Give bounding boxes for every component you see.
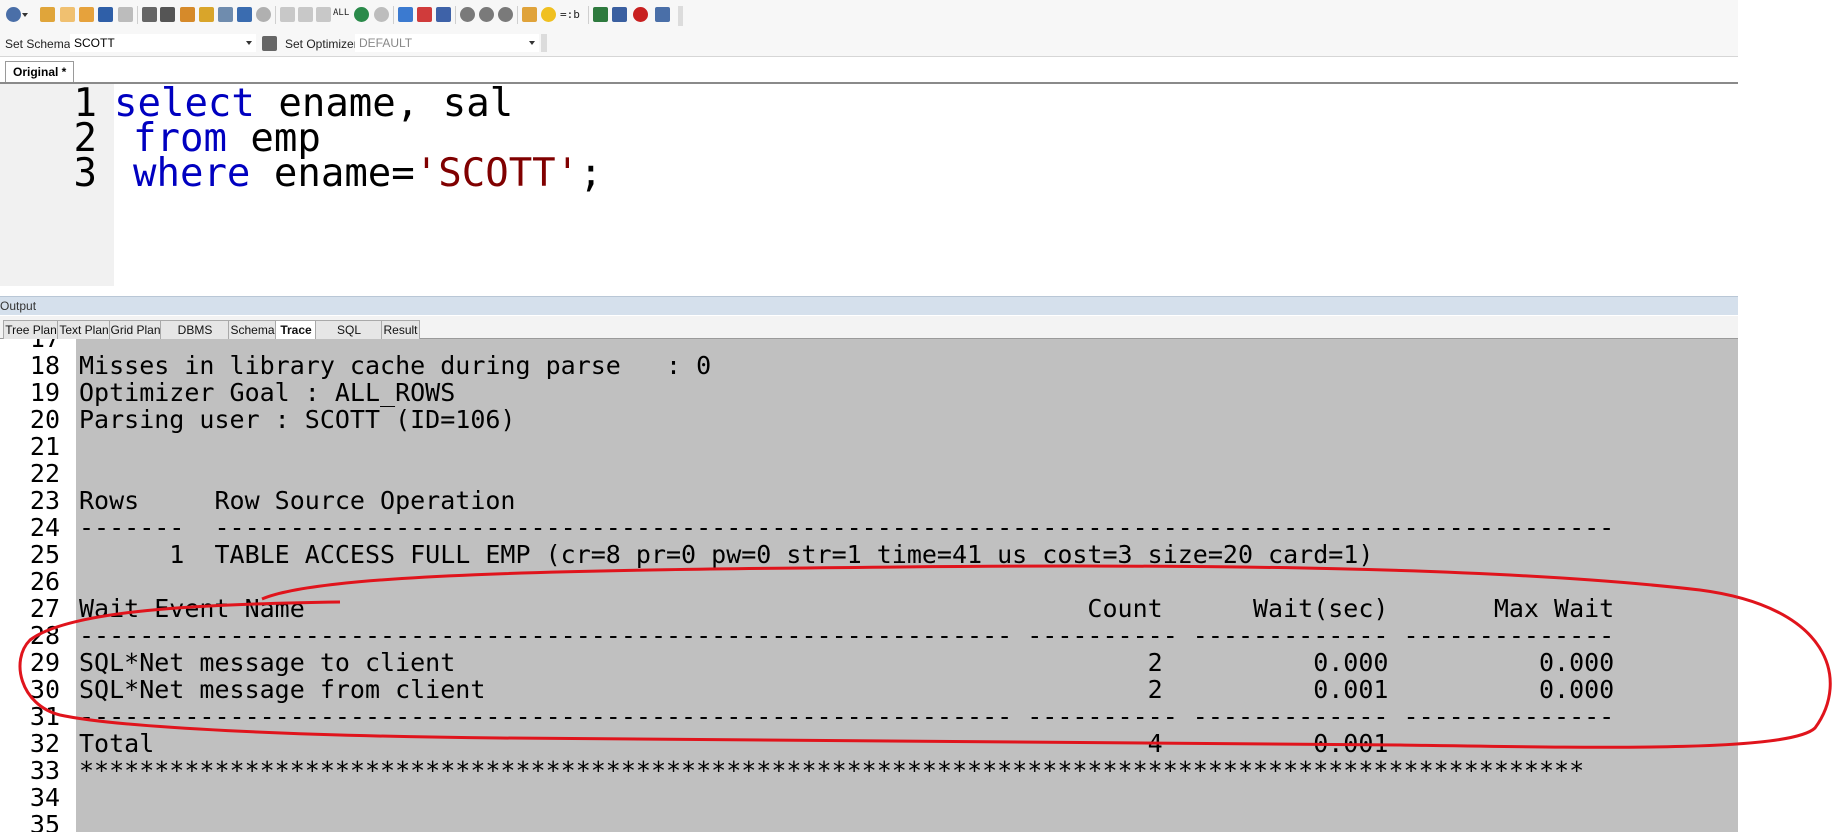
red-circle-annotation [18, 564, 1832, 749]
